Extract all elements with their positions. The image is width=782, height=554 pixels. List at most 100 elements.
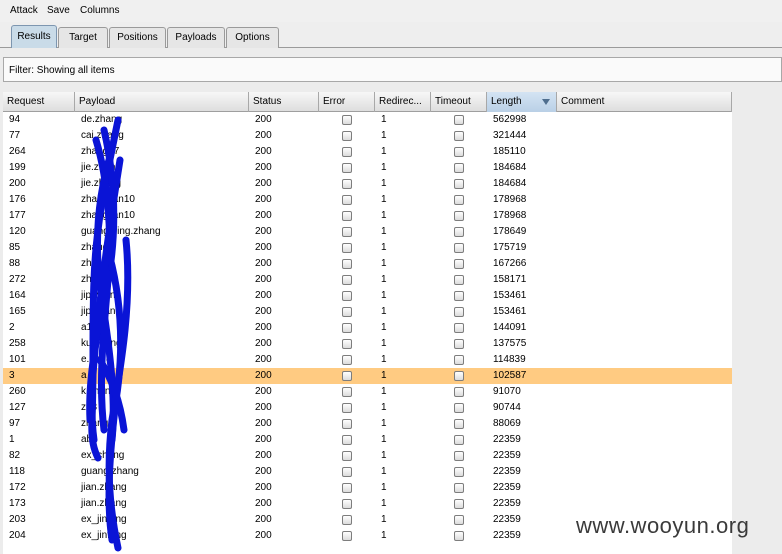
request-cell: 264 <box>9 146 26 157</box>
column-header-timeout[interactable]: Timeout <box>431 92 487 112</box>
status-cell: 200 <box>255 242 272 253</box>
table-row[interactable]: 94 de.zhang 200 1 562998 <box>3 112 732 128</box>
status-cell: 200 <box>255 290 272 301</box>
table-row[interactable]: 101 e.dong 200 1 114839 <box>3 352 732 368</box>
table-row[interactable]: 82 ex_cheng 200 1 22359 <box>3 448 732 464</box>
menu-columns[interactable]: Columns <box>80 5 119 16</box>
table-row[interactable]: 165 jip.zhang 200 1 153461 <box>3 304 732 320</box>
payload-cell: guang.zhang <box>81 466 139 477</box>
table-row[interactable]: 120 guangming.zhang 200 1 178649 <box>3 224 732 240</box>
status-cell: 200 <box>255 450 272 461</box>
table-row[interactable]: 177 zhangjian10 200 1 178968 <box>3 208 732 224</box>
request-cell: 77 <box>9 130 21 141</box>
column-header-comment[interactable]: Comment <box>557 92 732 112</box>
length-cell: 184684 <box>493 178 527 189</box>
timeout-checkbox <box>454 307 464 317</box>
length-cell: 167266 <box>493 258 527 269</box>
error-checkbox <box>342 275 352 285</box>
redirects-cell: 1 <box>381 370 387 381</box>
table-row[interactable]: 258 ku.zhang 200 1 137575 <box>3 336 732 352</box>
menu-save[interactable]: Save <box>47 5 70 16</box>
filter-bar[interactable]: Filter: Showing all items <box>3 57 782 82</box>
length-cell: 22359 <box>493 466 521 477</box>
table-row[interactable]: 2 a1 200 1 144091 <box>3 320 732 336</box>
table-row[interactable]: 85 zhang 200 1 175719 <box>3 240 732 256</box>
timeout-checkbox <box>454 531 464 541</box>
tab-target[interactable]: Target <box>58 27 108 49</box>
request-cell: 272 <box>9 274 26 285</box>
comment-cell <box>557 336 732 352</box>
table-row[interactable]: 172 jian.zhang 200 1 22359 <box>3 480 732 496</box>
table-row[interactable]: 1 ab 200 1 22359 <box>3 432 732 448</box>
length-cell: 185110 <box>493 146 526 157</box>
table-row[interactable]: 88 zh 200 1 167266 <box>3 256 732 272</box>
error-checkbox <box>342 195 352 205</box>
column-header-error[interactable]: Error <box>319 92 375 112</box>
redirects-cell: 1 <box>381 290 387 301</box>
timeout-checkbox <box>454 515 464 525</box>
table-row[interactable]: 200 jie.zhang 200 1 184684 <box>3 176 732 192</box>
length-cell: 153461 <box>493 306 527 317</box>
table-row[interactable]: 260 k.zhang 200 1 91070 <box>3 384 732 400</box>
timeout-checkbox <box>454 371 464 381</box>
payload-cell: a1 <box>81 322 93 333</box>
table-row[interactable]: 264 zhang17 200 1 185110 <box>3 144 732 160</box>
menu-attack[interactable]: Attack <box>10 5 38 16</box>
filter-label: Filter: Showing all items <box>9 65 115 76</box>
tab-positions[interactable]: Positions <box>109 27 166 49</box>
status-cell: 200 <box>255 482 272 493</box>
length-cell: 22359 <box>493 450 521 461</box>
comment-cell <box>557 288 732 304</box>
error-checkbox <box>342 115 352 125</box>
error-checkbox <box>342 403 352 413</box>
table-row[interactable]: 164 jip.zhang 200 1 153461 <box>3 288 732 304</box>
error-checkbox <box>342 419 352 429</box>
tab-results[interactable]: Results <box>11 25 57 49</box>
column-header-length[interactable]: Length <box>487 92 557 112</box>
column-header-status[interactable]: Status <box>249 92 319 112</box>
timeout-checkbox <box>454 499 464 509</box>
request-cell: 164 <box>9 290 26 301</box>
length-cell: 114839 <box>493 354 526 365</box>
length-cell: 22359 <box>493 530 521 541</box>
status-cell: 200 <box>255 402 272 413</box>
table-row[interactable]: 3 a 200 1 102587 <box>3 368 732 384</box>
redirects-cell: 1 <box>381 338 387 349</box>
table-row[interactable]: 118 guang.zhang 200 1 22359 <box>3 464 732 480</box>
redirects-cell: 1 <box>381 530 387 541</box>
payload-cell: zhang <box>81 242 109 253</box>
table-row[interactable]: 127 zh3 200 1 90744 <box>3 400 732 416</box>
table-row[interactable]: 97 zhang1 200 1 88069 <box>3 416 732 432</box>
status-cell: 200 <box>255 386 272 397</box>
status-cell: 200 <box>255 130 272 141</box>
column-header-payload[interactable]: Payload <box>75 92 249 112</box>
status-cell: 200 <box>255 418 272 429</box>
table-row[interactable]: 199 jie.zhang 200 1 184684 <box>3 160 732 176</box>
table-row[interactable]: 173 jian.zhang 200 1 22359 <box>3 496 732 512</box>
comment-cell <box>557 480 732 496</box>
redirects-cell: 1 <box>381 210 387 221</box>
status-cell: 200 <box>255 338 272 349</box>
status-cell: 200 <box>255 354 272 365</box>
redirects-cell: 1 <box>381 434 387 445</box>
table-row[interactable]: 77 cai.zhang 200 1 321444 <box>3 128 732 144</box>
request-cell: 127 <box>9 402 26 413</box>
table-row[interactable]: 176 zhangjian10 200 1 178968 <box>3 192 732 208</box>
error-checkbox <box>342 147 352 157</box>
payload-cell: de.zhang <box>81 114 123 125</box>
redirects-cell: 1 <box>381 130 387 141</box>
table-row[interactable]: 272 zh 200 1 158171 <box>3 272 732 288</box>
comment-cell <box>557 416 732 432</box>
menu-bar: Attack Save Columns <box>0 0 782 22</box>
tab-payloads[interactable]: Payloads <box>167 27 225 49</box>
column-header-redirects[interactable]: Redirec... <box>375 92 431 112</box>
error-checkbox <box>342 371 352 381</box>
request-cell: 82 <box>9 450 21 461</box>
status-cell: 200 <box>255 434 272 445</box>
request-cell: 101 <box>9 354 26 365</box>
payload-cell: jip.zhang <box>81 290 122 301</box>
timeout-checkbox <box>454 115 464 125</box>
tab-options[interactable]: Options <box>226 27 279 49</box>
column-header-request[interactable]: Request <box>3 92 75 112</box>
timeout-checkbox <box>454 195 464 205</box>
